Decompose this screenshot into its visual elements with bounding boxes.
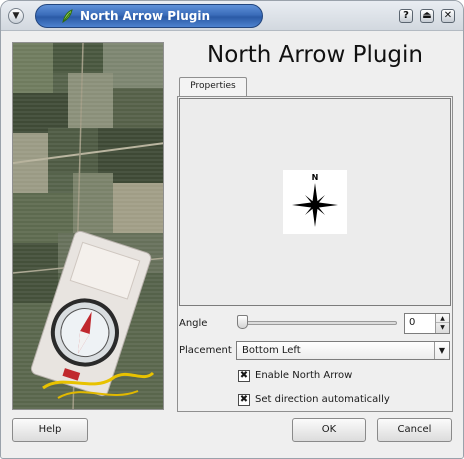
tab-properties[interactable]: Properties bbox=[179, 77, 247, 96]
close-icon[interactable]: ✕ bbox=[441, 9, 455, 23]
help-button[interactable]: Help bbox=[12, 418, 88, 442]
placement-combobox[interactable]: Bottom Left ▼ bbox=[236, 341, 450, 360]
help-icon[interactable]: ? bbox=[399, 9, 413, 23]
cancel-button[interactable]: Cancel bbox=[377, 418, 452, 442]
qgis-leaf-icon bbox=[62, 9, 73, 23]
north-arrow-preview: N bbox=[283, 170, 347, 234]
angle-slider-handle[interactable] bbox=[237, 315, 248, 329]
window-menu-button[interactable]: ▼ bbox=[8, 8, 24, 24]
aerial-photo-illustration bbox=[13, 43, 163, 409]
enable-north-arrow-checkbox[interactable]: ✖ bbox=[238, 370, 250, 382]
north-arrow-icon: N bbox=[292, 173, 338, 227]
ok-button[interactable]: OK bbox=[292, 418, 366, 442]
x-check-icon: ✖ bbox=[239, 394, 249, 405]
x-check-icon: ✖ bbox=[239, 370, 249, 381]
chevron-down-icon[interactable]: ▼ bbox=[434, 342, 449, 359]
angle-value[interactable]: 0 bbox=[409, 317, 415, 328]
north-label: N bbox=[312, 173, 319, 182]
enable-north-arrow-label[interactable]: Enable North Arrow bbox=[255, 370, 352, 381]
title-pill[interactable]: North Arrow Plugin bbox=[35, 4, 263, 28]
chevron-down-icon: ▼ bbox=[12, 10, 20, 21]
angle-slider-track[interactable] bbox=[237, 321, 397, 325]
set-direction-auto-label[interactable]: Set direction automatically bbox=[255, 394, 390, 405]
placement-label: Placement bbox=[179, 345, 232, 356]
aerial-compass-image bbox=[12, 42, 164, 410]
spin-up-icon[interactable]: ▲ bbox=[436, 314, 449, 323]
shade-icon[interactable]: ⏏ bbox=[420, 9, 434, 23]
set-direction-auto-checkbox[interactable]: ✖ bbox=[238, 394, 250, 406]
spin-down-icon[interactable]: ▼ bbox=[436, 323, 449, 332]
placement-selected: Bottom Left bbox=[242, 345, 301, 356]
angle-spinbox[interactable]: 0 ▲ ▼ bbox=[404, 313, 450, 334]
dialog-window: ▼ North Arrow Plugin ? ⏏ ✕ North Arrow P… bbox=[0, 0, 464, 459]
title-bar[interactable]: ▼ North Arrow Plugin ? ⏏ ✕ bbox=[1, 1, 463, 31]
angle-label: Angle bbox=[179, 318, 208, 329]
page-title: North Arrow Plugin bbox=[207, 42, 423, 68]
window-title: North Arrow Plugin bbox=[80, 9, 210, 23]
angle-spin-buttons[interactable]: ▲ ▼ bbox=[435, 314, 449, 333]
